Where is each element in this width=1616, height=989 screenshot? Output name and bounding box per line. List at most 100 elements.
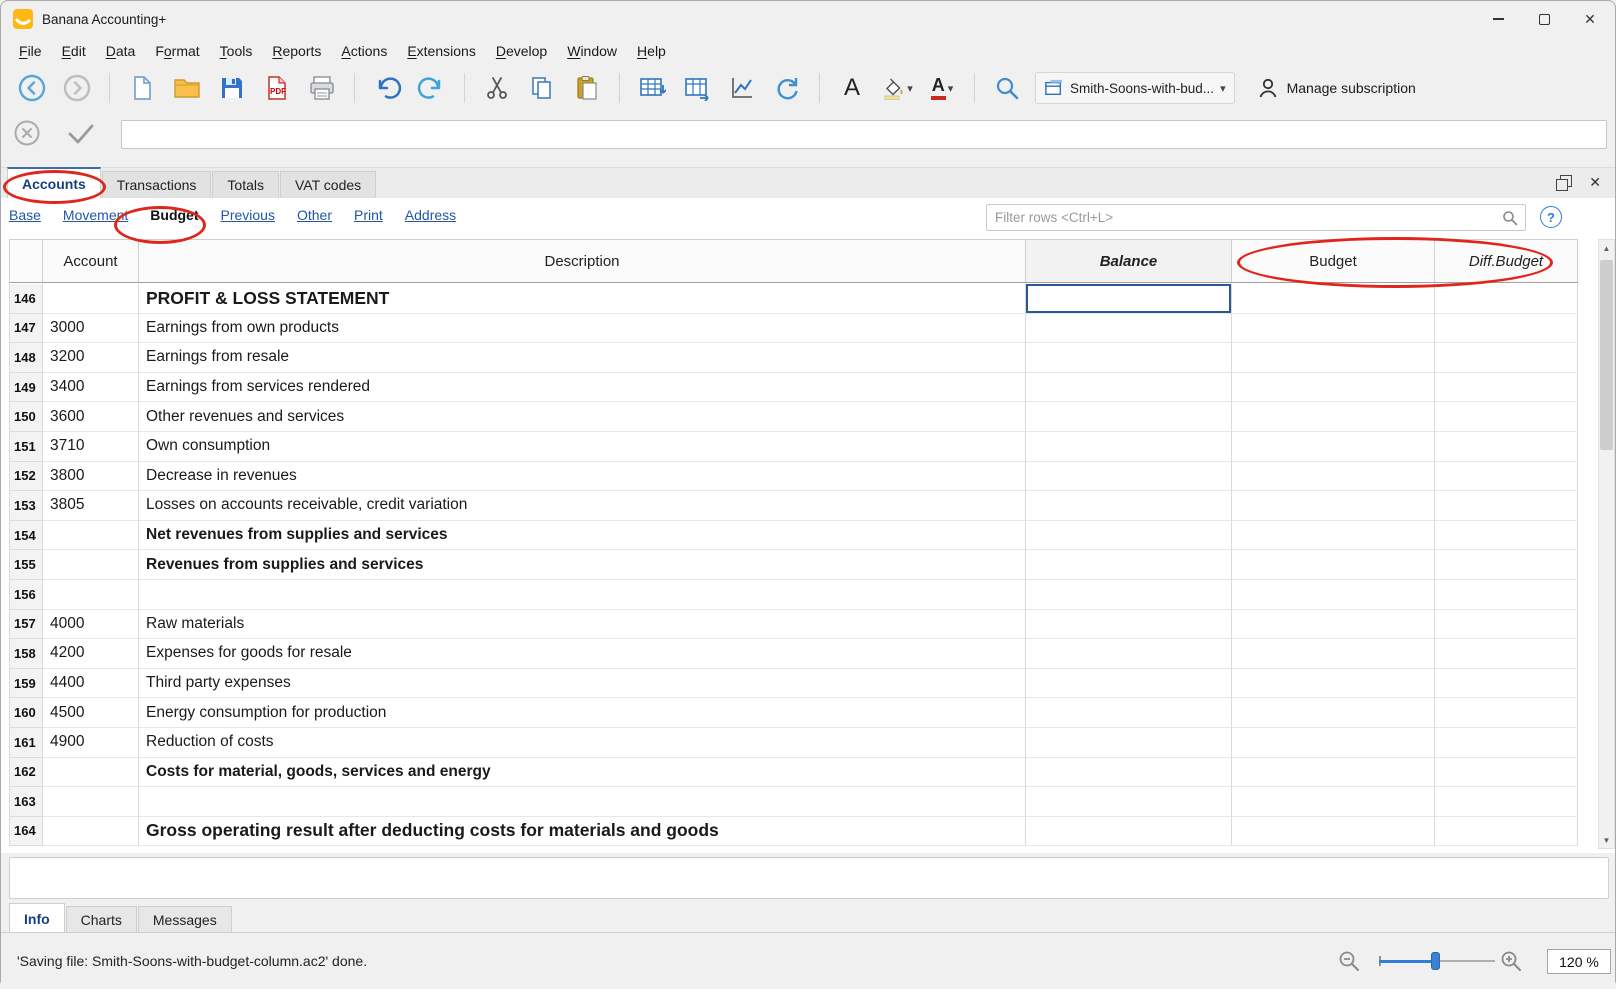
cell-budget[interactable] (1231, 284, 1434, 314)
redo-button[interactable] (411, 68, 453, 108)
cell-balance[interactable] (1025, 727, 1231, 758)
cell-diffbudget[interactable] (1434, 431, 1578, 462)
cancel-edit-button[interactable] (13, 119, 41, 150)
cell-budget[interactable] (1231, 609, 1434, 640)
cell-balance[interactable] (1025, 313, 1231, 344)
table-row[interactable]: 162 Costs for material, goods, services a… (9, 757, 1578, 788)
cell-description[interactable]: PROFIT & LOSS STATEMENT (138, 284, 1025, 314)
table-row[interactable]: 154 Net revenues from supplies and servic… (9, 520, 1578, 551)
cell-diffbudget[interactable] (1434, 639, 1578, 669)
cell-balance[interactable] (1025, 343, 1231, 373)
row-number[interactable]: 146 (9, 284, 42, 314)
cell-description[interactable]: Reduction of costs (138, 727, 1025, 758)
view-previous[interactable]: Previous (221, 207, 275, 223)
font-style-button[interactable]: A (831, 68, 873, 108)
tab-transactions[interactable]: Transactions (101, 171, 212, 198)
cell-diffbudget[interactable] (1434, 402, 1578, 432)
cell-description[interactable]: Raw materials (138, 609, 1025, 640)
cell-account[interactable] (42, 579, 138, 610)
menu-edit[interactable]: Edit (52, 39, 96, 63)
cell-balance[interactable] (1025, 461, 1231, 492)
row-number[interactable]: 161 (9, 727, 42, 758)
cell-account[interactable]: 4200 (42, 639, 138, 669)
bottom-tab-messages[interactable]: Messages (137, 906, 232, 933)
cell-balance[interactable] (1025, 579, 1231, 610)
cell-description[interactable]: Earnings from own products (138, 313, 1025, 344)
table-row[interactable]: 153 3805 Losses on accounts receivable, cr… (9, 491, 1578, 521)
cell-account[interactable] (42, 787, 138, 817)
table-row[interactable]: 163 (9, 787, 1578, 817)
cell-diffbudget[interactable] (1434, 757, 1578, 788)
cell-balance[interactable] (1025, 491, 1231, 521)
cell-balance[interactable] (1025, 639, 1231, 669)
menu-format[interactable]: Format (145, 39, 209, 63)
cell-budget[interactable] (1231, 313, 1434, 344)
menu-tools[interactable]: Tools (210, 39, 263, 63)
cell-diffbudget[interactable] (1434, 343, 1578, 373)
cell-description[interactable]: Costs for material, goods, services and … (138, 757, 1025, 788)
row-number[interactable]: 150 (9, 402, 42, 432)
cell-account[interactable]: 3805 (42, 491, 138, 521)
slider-thumb[interactable] (1431, 952, 1440, 970)
cell-description[interactable] (138, 579, 1025, 610)
table-row[interactable]: 161 4900 Reduction of costs (9, 727, 1578, 758)
table-row[interactable]: 164 Gross operating result after deductin… (9, 816, 1578, 847)
paste-button[interactable] (566, 68, 608, 108)
cell-diffbudget[interactable] (1434, 284, 1578, 314)
cell-diffbudget[interactable] (1434, 787, 1578, 817)
row-number[interactable]: 147 (9, 313, 42, 344)
manage-subscription-button[interactable]: Manage subscription (1256, 76, 1416, 100)
cell-description[interactable]: Other revenues and services (138, 402, 1025, 432)
view-address[interactable]: Address (405, 207, 456, 223)
cell-description[interactable]: Decrease in revenues (138, 461, 1025, 492)
cell-account[interactable]: 4500 (42, 698, 138, 728)
cell-diffbudget[interactable] (1434, 727, 1578, 758)
bottom-tab-info[interactable]: Info (9, 903, 65, 933)
cell-diffbudget[interactable] (1434, 461, 1578, 492)
cell-diffbudget[interactable] (1434, 609, 1578, 640)
insert-rows-button[interactable] (631, 68, 673, 108)
cell-budget[interactable] (1231, 757, 1434, 788)
cell-balance[interactable] (1025, 787, 1231, 817)
cell-balance[interactable] (1025, 402, 1231, 432)
cell-description[interactable]: Revenues from supplies and services (138, 550, 1025, 580)
zoom-slider[interactable] (1379, 951, 1495, 971)
view-print[interactable]: Print (354, 207, 383, 223)
row-number[interactable]: 158 (9, 639, 42, 669)
scrollbar-thumb[interactable] (1600, 260, 1613, 450)
cell-balance[interactable] (1025, 431, 1231, 462)
cell-description[interactable]: Earnings from resale (138, 343, 1025, 373)
cell-description[interactable]: Expenses for goods for resale (138, 639, 1025, 669)
vertical-scrollbar[interactable]: ▲ ▼ (1598, 239, 1615, 849)
scroll-up-arrow-icon[interactable]: ▲ (1599, 240, 1614, 256)
cell-balance[interactable] (1025, 668, 1231, 699)
zoom-percentage[interactable]: 120 % (1547, 949, 1611, 974)
row-number[interactable]: 157 (9, 609, 42, 640)
row-number[interactable]: 151 (9, 431, 42, 462)
row-number[interactable]: 164 (9, 816, 42, 847)
cell-budget[interactable] (1231, 668, 1434, 699)
copy-button[interactable] (521, 68, 563, 108)
print-button[interactable] (301, 68, 343, 108)
table-row[interactable]: 157 4000 Raw materials (9, 609, 1578, 640)
row-number[interactable]: 154 (9, 520, 42, 551)
row-number[interactable]: 160 (9, 698, 42, 728)
close-table-icon[interactable]: ✕ (1589, 174, 1601, 191)
columns-setup-button[interactable] (676, 68, 718, 108)
cell-balance[interactable] (1025, 698, 1231, 728)
cell-budget[interactable] (1231, 431, 1434, 462)
tab-totals[interactable]: Totals (212, 171, 279, 198)
cut-button[interactable] (476, 68, 518, 108)
row-number[interactable]: 153 (9, 491, 42, 521)
cell-budget[interactable] (1231, 579, 1434, 610)
cell-account[interactable] (42, 550, 138, 580)
cell-account[interactable] (42, 816, 138, 847)
row-number[interactable]: 155 (9, 550, 42, 580)
back-button[interactable] (11, 68, 53, 108)
cell-account[interactable]: 3000 (42, 313, 138, 344)
cell-budget[interactable] (1231, 461, 1434, 492)
tab-accounts[interactable]: Accounts (7, 167, 101, 198)
table-row[interactable]: 147 3000 Earnings from own products (9, 313, 1578, 344)
search-button[interactable] (986, 68, 1028, 108)
cell-balance[interactable] (1025, 757, 1231, 788)
